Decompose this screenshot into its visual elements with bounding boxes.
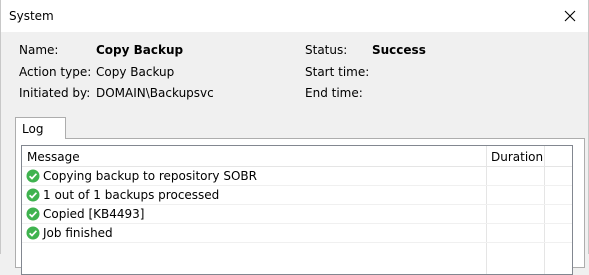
name-value: Copy Backup xyxy=(96,43,184,57)
initiated-by-value: DOMAIN\Backupsvc xyxy=(96,86,214,100)
end-time-label: End time: xyxy=(305,86,363,100)
action-type-value: Copy Backup xyxy=(96,65,175,79)
log-row-message: Job finished xyxy=(43,226,113,240)
log-grid-header: Message Duration xyxy=(22,146,572,167)
log-row-message: Copied [KB4493] xyxy=(43,207,145,221)
window-title: System xyxy=(9,9,54,23)
log-grid[interactable]: Message Duration Copying backup to repos… xyxy=(21,145,573,275)
check-circle-icon xyxy=(26,169,40,183)
log-row[interactable]: Copied [KB4493] xyxy=(22,205,572,224)
action-type-label: Action type: xyxy=(19,65,92,79)
status-label: Status: xyxy=(305,43,348,57)
initiated-by-label: Initiated by: xyxy=(19,86,91,100)
tab-log-label: Log xyxy=(22,122,44,136)
close-button[interactable] xyxy=(556,2,584,30)
close-icon xyxy=(564,10,576,22)
title-bar: System xyxy=(1,0,588,32)
system-dialog: System Name: Copy Backup Action type: Co… xyxy=(0,0,589,275)
log-row-message: 1 out of 1 backups processed xyxy=(43,188,220,202)
tab-log[interactable]: Log xyxy=(15,117,66,139)
status-value: Success xyxy=(372,43,426,57)
log-row[interactable]: 1 out of 1 backups processed xyxy=(22,186,572,205)
log-tab-panel: Message Duration Copying backup to repos… xyxy=(15,138,585,275)
check-circle-icon xyxy=(26,226,40,240)
column-header-duration[interactable]: Duration xyxy=(491,150,543,164)
check-circle-icon xyxy=(26,188,40,202)
start-time-label: Start time: xyxy=(305,65,370,79)
log-row-message: Copying backup to repository SOBR xyxy=(43,169,257,183)
column-header-message[interactable]: Message xyxy=(27,150,80,164)
name-label: Name: xyxy=(19,43,59,57)
log-row[interactable]: Job finished xyxy=(22,224,572,243)
check-circle-icon xyxy=(26,207,40,221)
log-row[interactable]: Copying backup to repository SOBR xyxy=(22,167,572,186)
